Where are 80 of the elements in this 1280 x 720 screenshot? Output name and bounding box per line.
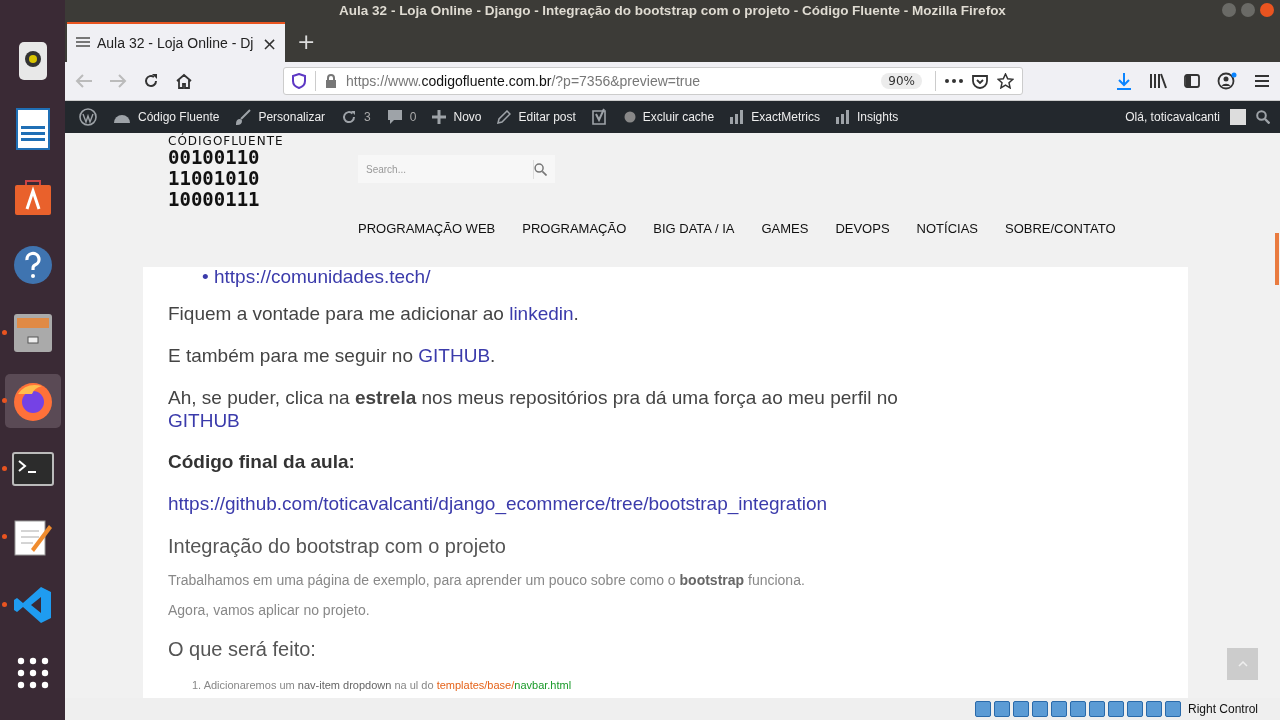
pocket-icon[interactable] [972, 73, 988, 89]
code-editor-icon [12, 585, 53, 625]
sidebar-icon[interactable] [1184, 74, 1200, 88]
paragraph: E também para me seguir no GITHUB. [168, 344, 497, 367]
favicon-icon [75, 36, 91, 50]
new-tab-button[interactable]: + [297, 29, 316, 54]
admin-bar-item[interactable]: Excluir cache [615, 101, 723, 133]
home-icon[interactable] [175, 73, 193, 89]
link[interactable]: https://comunidades.tech/ [213, 266, 431, 287]
library-icon[interactable] [1149, 73, 1167, 89]
host-key-label: Right Control [1187, 702, 1258, 716]
admin-bar-item[interactable]: Editar post [489, 101, 584, 133]
pencil-icon [497, 110, 512, 124]
shopping-bag-icon [12, 177, 53, 217]
shield-icon [292, 73, 306, 89]
admin-bar-item[interactable]: 3 [333, 101, 379, 133]
refresh-icon [341, 109, 358, 125]
list-item: 1. Adicionaremos um nav-item dropdown na ul do templates/base/navbar.html [191, 679, 573, 691]
star-icon[interactable] [997, 73, 1014, 89]
wordpress-icon [79, 108, 97, 126]
section-heading: Integração do bootstrap com o projeto [168, 535, 507, 558]
link[interactable]: linkedin [509, 303, 574, 324]
search-field[interactable]: Search... [358, 155, 555, 183]
menu-item[interactable]: GAMES [761, 221, 809, 236]
link[interactable]: GITHUB [168, 410, 240, 431]
file-cabinet-icon [12, 313, 53, 353]
tab-title: Aula 32 - Loja Online - Dj [97, 35, 255, 51]
bar-chart-icon [730, 110, 745, 124]
close-button[interactable] [1260, 3, 1274, 17]
admin-bar-item[interactable]: ExactMetrics [722, 101, 828, 133]
lock-icon [325, 74, 337, 88]
admin-bar-item[interactable]: Personalizar [227, 101, 334, 133]
window-title: Aula 32 - Loja Online - Django - Integração do bootstrap com o projeto - Código Fluente - Mozilla Firefox [339, 2, 1006, 18]
url-text: https://www.codigofluente.com.br/?p=7356&preview=true [346, 73, 702, 89]
section-heading: O que será feito: [168, 638, 317, 661]
menu-item[interactable]: SOBRE/CONTATO [1005, 221, 1116, 236]
site-logo[interactable]: CÓDIGOFLUENTE 00100110 11001010 10000111 [168, 133, 328, 267]
avatar-icon [1230, 109, 1246, 125]
close-tab-button[interactable]: × [261, 32, 277, 54]
terminal-icon [11, 452, 54, 486]
address-bar[interactable]: https://www.codigofluente.com.br/?p=7356&preview=true 90% [283, 67, 1023, 95]
admin-bar-item[interactable]: Insights [827, 101, 907, 133]
paragraph: Ah, se puder, clica na estrela nos meus repositórios pra dá uma força ao meu perfil no GITHUB [168, 386, 899, 432]
comment-icon [386, 109, 403, 125]
notepad-icon [12, 517, 53, 557]
admin-bar-item[interactable]: Novo [424, 101, 490, 133]
menu-icon[interactable] [1254, 74, 1270, 88]
document-icon [15, 108, 50, 150]
link[interactable]: GITHUB [418, 345, 491, 366]
browser-tab[interactable]: Aula 32 - Loja Online - Dj × [67, 22, 285, 62]
link[interactable]: https://github.com/toticavalcanti/django_ecommerce/tree/bootstrap_integration [168, 493, 828, 514]
dock-item[interactable] [4, 374, 61, 428]
more-icon[interactable] [945, 79, 963, 83]
admin-bar-item[interactable]: 0 [378, 101, 425, 133]
search-icon[interactable] [534, 162, 547, 176]
menu-item[interactable]: DEVOPS [835, 221, 890, 236]
status-dot-icon [623, 111, 636, 123]
account-icon[interactable] [1217, 72, 1237, 90]
user-greeting[interactable]: Olá, toticavalcanti [1125, 110, 1220, 124]
menu-item[interactable]: PROGRAMAÇÃO [522, 221, 627, 236]
zoom-level-button[interactable]: 90% [881, 73, 922, 89]
subheading: Código final da aula: [168, 451, 356, 473]
paragraph: Trabalhamos em uma página de exemplo, para aprender um pouco sobre como o bootstrap funciona. [168, 572, 806, 588]
bar-chart-icon [835, 110, 850, 124]
menu-item[interactable]: PROGRAMAÇÃO WEB [358, 221, 496, 236]
help-icon [12, 245, 53, 285]
speaker-icon [17, 41, 48, 81]
menu-item[interactable]: NOTÍCIAS [916, 221, 978, 236]
download-icon[interactable] [1116, 72, 1132, 90]
menu-item[interactable]: BIG DATA / IA [653, 221, 735, 236]
reload-icon[interactable] [143, 73, 159, 89]
firefox-icon [11, 380, 54, 422]
admin-bar-item[interactable]: Código Fluente [105, 101, 228, 133]
paragraph: Fiquem a vontade para me adicionar ao linkedin. [168, 302, 580, 325]
brush-icon [235, 109, 252, 125]
app-grid-icon [16, 657, 49, 689]
plus-icon [432, 110, 447, 124]
search-icon[interactable] [1256, 110, 1270, 124]
paragraph: Agora, vamos aplicar no projeto. [168, 602, 371, 618]
chevron-up-icon [1237, 661, 1248, 667]
